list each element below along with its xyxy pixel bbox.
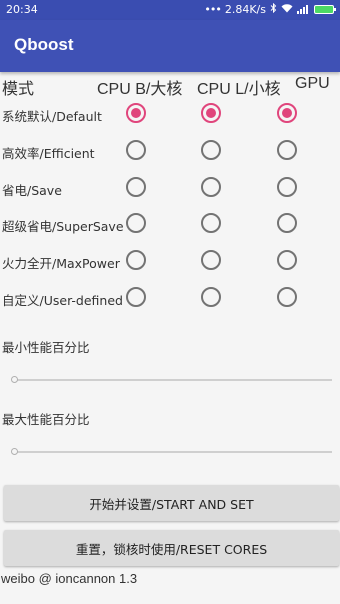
row-label-default: 系统默认/Default xyxy=(2,109,102,124)
header-mode: 模式 xyxy=(2,81,35,98)
footer-credit: weibo @ ioncannon 1.3 xyxy=(1,571,138,586)
max-performance-slider-thumb[interactable] xyxy=(11,448,18,455)
min-performance-slider[interactable] xyxy=(16,379,332,381)
radio-save-cpu-big[interactable] xyxy=(126,177,146,197)
row-label-save: 省电/Save xyxy=(2,183,62,198)
radio-user-defined-gpu[interactable] xyxy=(277,287,297,307)
radio-maxpower-cpu-big[interactable] xyxy=(126,250,146,270)
row-label-maxpower: 火力全开/MaxPower xyxy=(2,256,120,271)
wifi-icon xyxy=(281,3,293,16)
signal-icon xyxy=(297,5,308,14)
start-and-set-button[interactable]: 开始并设置/START AND SET xyxy=(4,485,339,521)
min-performance-slider-thumb[interactable] xyxy=(11,376,18,383)
notification-dots: ••• xyxy=(204,3,221,16)
radio-maxpower-gpu[interactable] xyxy=(277,250,297,270)
header-cpu-big: CPU B/大核 xyxy=(97,81,183,98)
status-bar: 20:34 ••• 2.84K/s xyxy=(0,0,340,20)
bluetooth-icon xyxy=(270,2,277,16)
radio-efficient-cpu-big[interactable] xyxy=(126,140,146,160)
radio-supersave-cpu-big[interactable] xyxy=(126,213,146,233)
reset-cores-button[interactable]: 重置，锁核时使用/RESET CORES xyxy=(4,530,339,566)
radio-supersave-gpu[interactable] xyxy=(277,213,297,233)
app-title: Qboost xyxy=(14,35,74,54)
row-label-user-defined: 自定义/User-defined xyxy=(2,293,123,308)
header-gpu: GPU xyxy=(295,75,330,92)
status-time: 20:34 xyxy=(6,3,38,16)
radio-default-gpu[interactable] xyxy=(277,103,297,123)
radio-user-defined-cpu-little[interactable] xyxy=(201,287,221,307)
radio-default-cpu-big[interactable] xyxy=(126,103,146,123)
row-label-efficient: 高效率/Efficient xyxy=(2,146,95,161)
radio-save-gpu[interactable] xyxy=(277,177,297,197)
radio-supersave-cpu-little[interactable] xyxy=(201,213,221,233)
radio-user-defined-cpu-big[interactable] xyxy=(126,287,146,307)
min-performance-label: 最小性能百分比 xyxy=(2,340,90,355)
radio-save-cpu-little[interactable] xyxy=(201,177,221,197)
status-icons: ••• 2.84K/s xyxy=(204,2,336,16)
app-bar: Qboost xyxy=(0,20,340,72)
battery-icon xyxy=(314,5,336,14)
network-speed: 2.84K/s xyxy=(224,3,266,16)
radio-maxpower-cpu-little[interactable] xyxy=(201,250,221,270)
radio-efficient-gpu[interactable] xyxy=(277,140,297,160)
radio-efficient-cpu-little[interactable] xyxy=(201,140,221,160)
max-performance-label: 最大性能百分比 xyxy=(2,412,90,427)
radio-default-cpu-little[interactable] xyxy=(201,103,221,123)
row-label-supersave: 超级省电/SuperSave xyxy=(2,219,124,234)
max-performance-slider[interactable] xyxy=(16,451,332,453)
header-cpu-little: CPU L/小核 xyxy=(197,81,281,98)
